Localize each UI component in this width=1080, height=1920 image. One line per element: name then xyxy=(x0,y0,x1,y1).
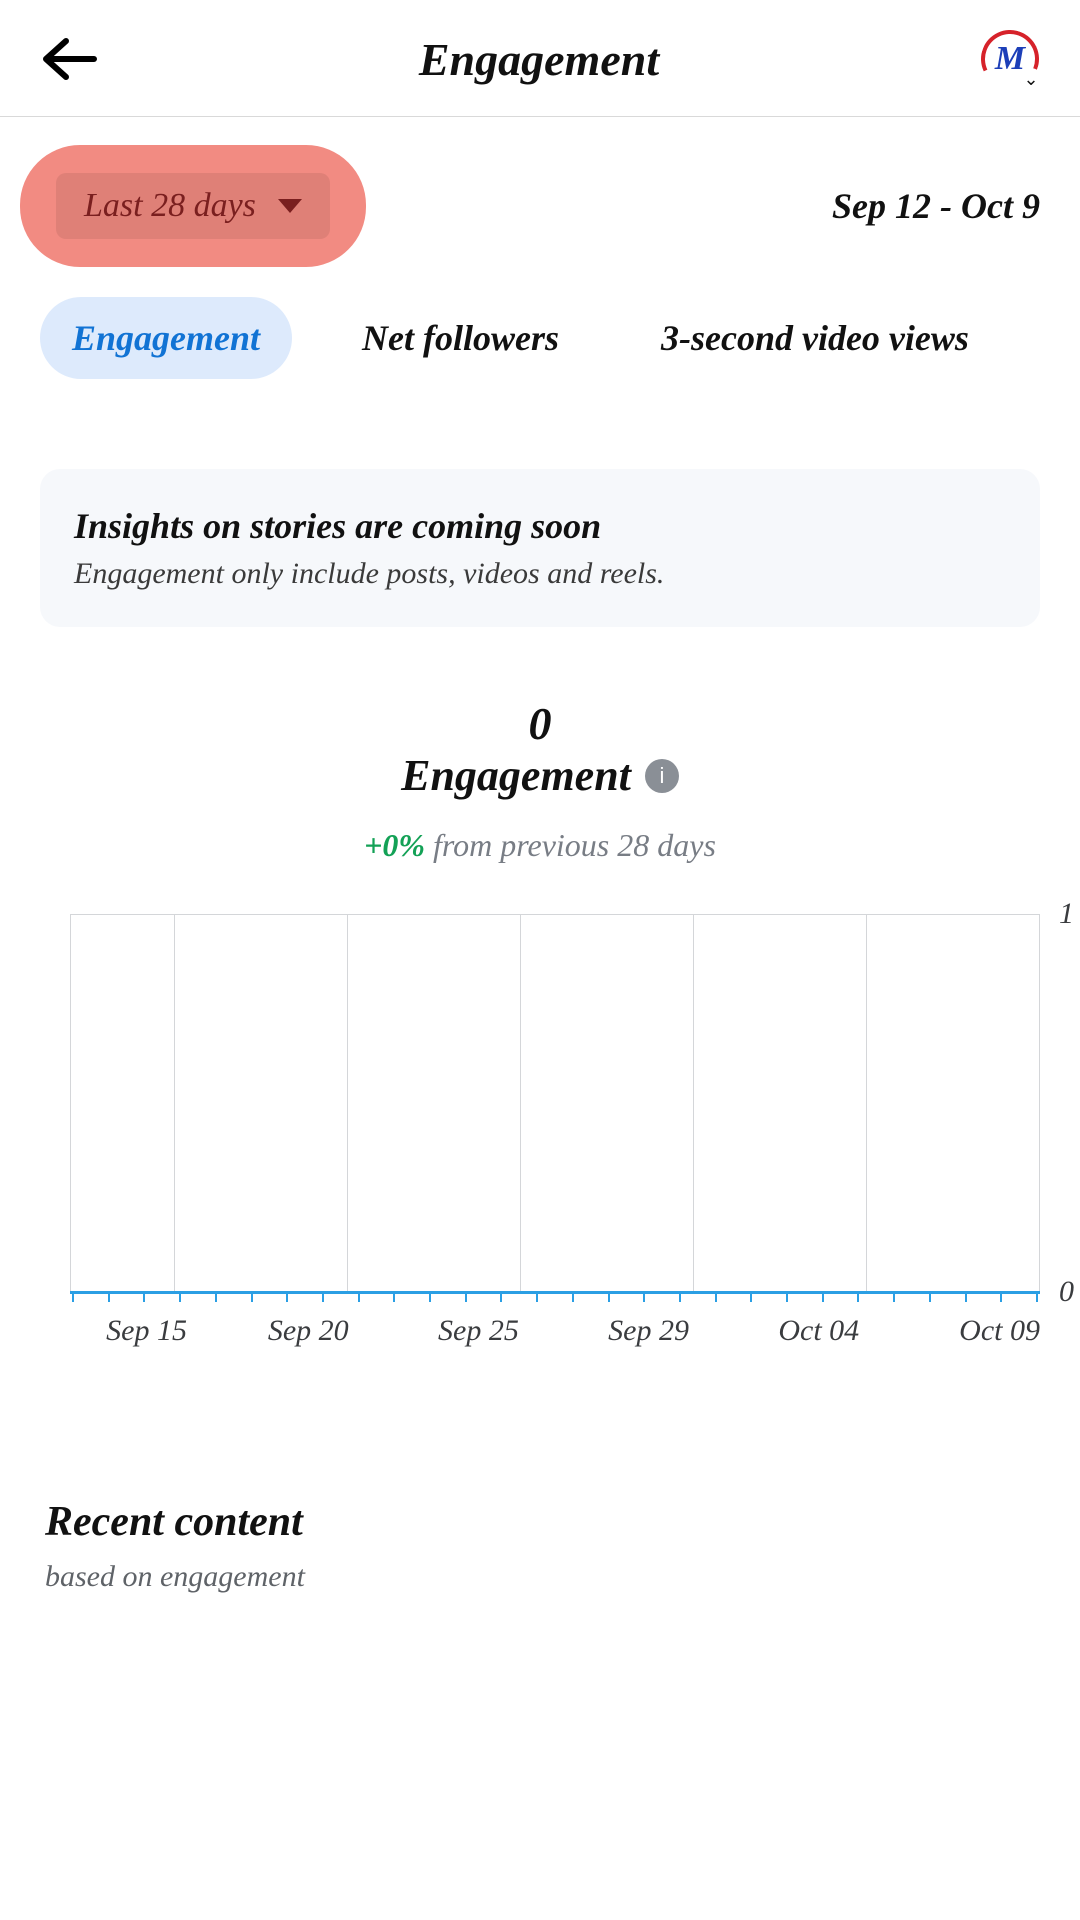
engagement-label: Engagement xyxy=(401,750,631,801)
tab-engagement[interactable]: Engagement xyxy=(40,297,292,379)
stories-notice-card: Insights on stories are coming soon Enga… xyxy=(40,469,1040,627)
x-tick-label: Oct 04 xyxy=(734,1314,904,1348)
info-icon[interactable]: i xyxy=(645,759,679,793)
delta-row: +0% from previous 28 days xyxy=(0,827,1080,864)
caret-down-icon xyxy=(278,199,302,213)
recent-content-section: Recent content based on engagement xyxy=(45,1498,1040,1594)
date-range-text: Sep 12 - Oct 9 xyxy=(832,185,1040,227)
x-tick-label: Sep 15 xyxy=(70,1314,223,1348)
x-tick-label: Sep 29 xyxy=(564,1314,734,1348)
date-range-highlight: Last 28 days xyxy=(20,145,366,267)
delta-note: from previous 28 days xyxy=(433,827,716,863)
metric-summary: 0 Engagement i +0% from previous 28 days xyxy=(0,697,1080,864)
page-title: Engagement xyxy=(98,33,980,86)
date-range-label: Last 28 days xyxy=(84,187,256,225)
x-tick-marks xyxy=(70,1292,1040,1302)
engagement-value: 0 xyxy=(0,697,1080,750)
y-tick-bottom: 0 xyxy=(1059,1275,1074,1309)
delta-value: +0% xyxy=(364,827,425,863)
recent-content-subtitle: based on engagement xyxy=(45,1560,1040,1594)
tab-net-followers[interactable]: Net followers xyxy=(330,297,591,379)
x-tick-label: Sep 20 xyxy=(223,1314,393,1348)
date-range-selector[interactable]: Last 28 days xyxy=(56,173,330,239)
x-tick-label: Sep 25 xyxy=(393,1314,563,1348)
notice-subtitle: Engagement only include posts, videos an… xyxy=(74,557,1006,591)
account-switcher[interactable]: M ⌄ xyxy=(980,30,1040,88)
y-tick-top: 1 xyxy=(1059,897,1074,931)
recent-content-title: Recent content xyxy=(45,1498,1040,1546)
back-arrow-icon[interactable] xyxy=(40,35,98,83)
engagement-chart: 1 0 Sep 15 Sep 20 Sep 25 Sep 29 Oct 04 O… xyxy=(70,914,1040,1348)
x-axis-labels: Sep 15 Sep 20 Sep 25 Sep 29 Oct 04 Oct 0… xyxy=(70,1314,1040,1348)
notice-title: Insights on stories are coming soon xyxy=(74,505,1006,547)
header-bar: Engagement M ⌄ xyxy=(0,0,1080,117)
tab-video-views[interactable]: 3-second video views xyxy=(629,297,1001,379)
chart-plot-area: 1 0 xyxy=(70,914,1040,1294)
metric-tabs: Engagement Net followers 3-second video … xyxy=(0,267,1080,379)
date-range-row: Last 28 days Sep 12 - Oct 9 xyxy=(0,117,1080,267)
x-tick-label: Oct 09 xyxy=(904,1314,1040,1348)
chevron-down-icon: ⌄ xyxy=(1020,68,1042,90)
